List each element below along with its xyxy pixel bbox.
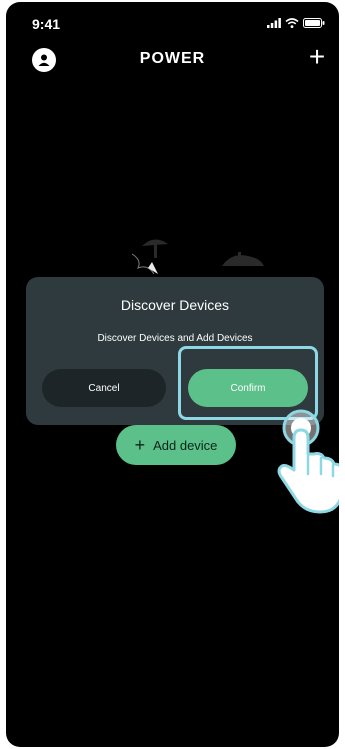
- app-screen: 9:41 POWER + Discover Devices Discover D…: [6, 2, 339, 747]
- status-bar: 9:41: [6, 2, 339, 42]
- status-icons: [267, 17, 325, 29]
- plus-icon: +: [134, 435, 146, 455]
- status-time: 9:41: [32, 16, 61, 32]
- add-device-label: Add device: [153, 437, 218, 453]
- pointing-hand-icon: [277, 409, 339, 514]
- app-header: POWER +: [6, 42, 339, 82]
- add-device-button[interactable]: + Add device: [116, 425, 236, 465]
- dialog-message: Discover Devices and Add Devices: [97, 333, 253, 344]
- cancel-button[interactable]: Cancel: [42, 369, 166, 407]
- battery-icon: [303, 18, 325, 28]
- signal-icon: [267, 18, 281, 28]
- dialog-title: Discover Devices: [120, 297, 230, 313]
- app-title: POWER: [139, 50, 206, 67]
- wifi-icon: [285, 18, 299, 28]
- add-icon[interactable]: +: [303, 43, 331, 72]
